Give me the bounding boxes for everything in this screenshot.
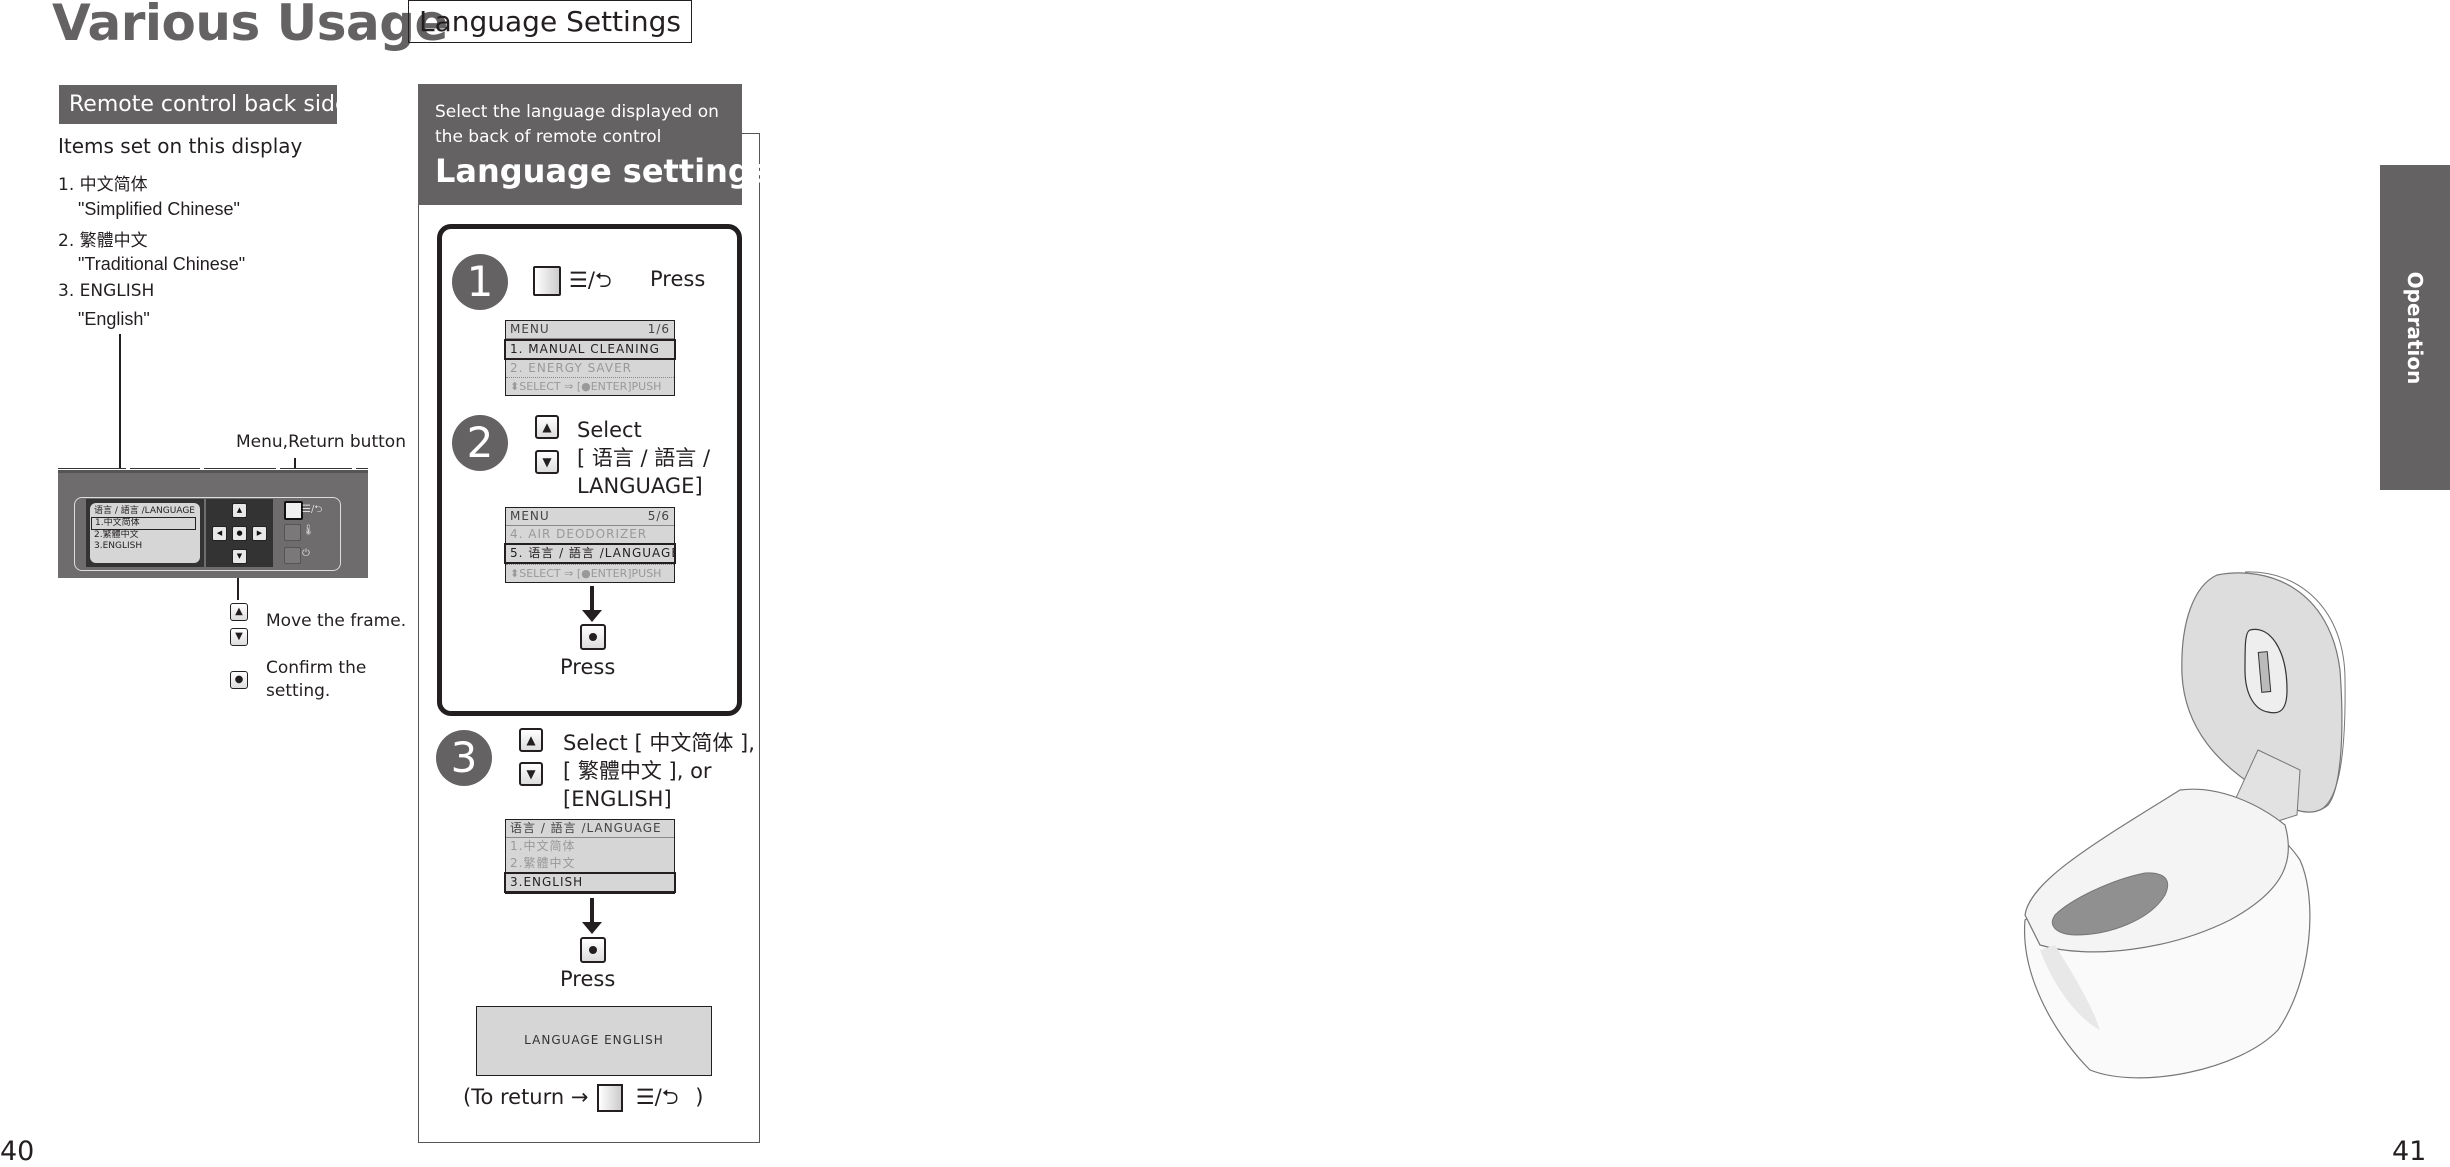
left-button[interactable]: ◀ bbox=[212, 526, 227, 541]
lcd-row: 2. ENERGY SAVER bbox=[510, 361, 632, 375]
menu-return-button[interactable] bbox=[284, 501, 303, 520]
step-3-lcd: 语言 / 語言 /LANGUAGE 1.中文简体 2.繁體中文 3.ENGLIS… bbox=[504, 819, 676, 894]
remote-lcd-row: 3.ENGLISH bbox=[94, 541, 143, 551]
menu-return-icon: ☰/⮌ bbox=[569, 268, 612, 292]
remote-control-back: 语言 / 語言 /LANGUAGE 1.中文简体 2.繁體中文 3.ENGLIS… bbox=[58, 470, 368, 578]
return-suffix: ) bbox=[695, 1085, 704, 1109]
final-lcd-display: LANGUAGE ENGLISH bbox=[476, 1006, 712, 1076]
lcd-row: 1. MANUAL CLEANING bbox=[504, 339, 676, 360]
power-icon: ⏻ bbox=[302, 548, 310, 559]
lcd-header-left: MENU bbox=[510, 322, 550, 336]
step-3-text-line2: [ 繁體中文 ], or bbox=[563, 759, 712, 783]
remote-lcd-row: 1.中文简体 bbox=[91, 517, 196, 530]
lcd-footer: ⬍SELECT ⇒ [●ENTER]PUSH bbox=[506, 377, 674, 395]
right-button[interactable]: ▶ bbox=[252, 526, 267, 541]
page-number-left: 40 bbox=[0, 1136, 35, 1167]
remote-dpad: ▲ ◀ ● ▶ ▼ bbox=[206, 499, 273, 567]
operation-tab[interactable]: Operation bbox=[2380, 165, 2450, 490]
section-title-box: Language Settings bbox=[408, 0, 692, 43]
move-frame-text: Move the frame. bbox=[266, 611, 407, 631]
up-arrow-icon: ▲ bbox=[519, 728, 543, 752]
down-arrow-icon: ▼ bbox=[230, 628, 248, 646]
step-2-text-line1: Select bbox=[577, 418, 642, 442]
lcd-header: 语言 / 語言 /LANGUAGE bbox=[506, 820, 674, 838]
step-1-number: 1 bbox=[452, 254, 508, 310]
remote-side-buttons: ☰/⮌ 🌡 ⏻ bbox=[280, 499, 340, 567]
lcd-row: 2.繁體中文 bbox=[510, 856, 576, 870]
item-translation: "English" bbox=[78, 309, 150, 329]
step-3-number: 3 bbox=[436, 730, 492, 786]
step-2-lcd: MENU 5/6 4. AIR DEODORIZER 5. 语言 / 語言 /LA… bbox=[504, 507, 676, 583]
lcd-header: MENU 1/6 bbox=[506, 321, 674, 339]
menu-return-icon: ☰/⮌ bbox=[302, 504, 323, 515]
enter-button[interactable]: ● bbox=[232, 526, 247, 541]
confirm-text-line2: setting. bbox=[266, 681, 331, 701]
confirm-text-line1: Confirm the bbox=[266, 658, 367, 678]
lcd-page: 1/6 bbox=[647, 322, 670, 336]
return-prefix: (To return → bbox=[463, 1085, 589, 1109]
enter-icon: ● bbox=[230, 671, 248, 689]
toilet-illustration bbox=[2023, 571, 2346, 1079]
page-title: Various Usage bbox=[52, 0, 448, 52]
menu-return-label: Menu,Return button bbox=[236, 432, 406, 452]
items-title: Items set on this display bbox=[58, 134, 303, 158]
down-arrow-icon: ▼ bbox=[535, 450, 559, 474]
remote-lcd-frame: 语言 / 語言 /LANGUAGE 1.中文简体 2.繁體中文 3.ENGLIS… bbox=[86, 499, 204, 567]
step-3-text-line1: Select [ 中文简体 ], bbox=[563, 731, 755, 755]
enter-button-icon bbox=[580, 624, 606, 650]
step-2-number: 2 bbox=[452, 415, 508, 471]
lcd-footer: ⬍SELECT ⇒ [●ENTER]PUSH bbox=[506, 564, 674, 582]
remote-lcd-row: 2.繁體中文 bbox=[94, 530, 139, 540]
down-arrow-icon bbox=[582, 898, 602, 934]
item-label: 1. 中文简体 bbox=[58, 175, 148, 195]
item-translation: "Traditional Chinese" bbox=[78, 254, 246, 274]
step-3-press-label: Press bbox=[560, 967, 616, 991]
lcd-row: 1.中文简体 bbox=[510, 839, 576, 853]
item-label: 3. ENGLISH bbox=[58, 281, 155, 301]
remote-section-header: Remote control back side bbox=[59, 85, 348, 124]
step-2-text-line2: [ 语言 / 語言 / bbox=[577, 446, 711, 470]
step-3-text-line3: [ENGLISH] bbox=[563, 787, 672, 811]
enter-button-icon bbox=[580, 937, 606, 963]
lcd-row: 4. AIR DEODORIZER bbox=[510, 527, 648, 541]
down-button[interactable]: ▼ bbox=[232, 549, 247, 564]
lcd-page: 5/6 bbox=[647, 509, 670, 523]
panel-header: Select the language displayed on the bac… bbox=[418, 84, 770, 205]
up-arrow-icon: ▲ bbox=[230, 603, 248, 621]
step-1-text: Press bbox=[650, 267, 706, 291]
lcd-row: 3.ENGLISH bbox=[504, 872, 676, 893]
remote-lcd-display: 语言 / 語言 /LANGUAGE 1.中文简体 2.繁體中文 3.ENGLIS… bbox=[90, 503, 200, 563]
menu-return-icon: ☰/⮌ bbox=[635, 1085, 679, 1109]
temperature-button[interactable] bbox=[284, 524, 301, 541]
menu-button-icon bbox=[533, 266, 561, 296]
up-button[interactable]: ▲ bbox=[232, 503, 247, 518]
lcd-header-left: MENU bbox=[510, 509, 550, 523]
panel-title: Language settings bbox=[435, 152, 770, 190]
step-2-press-label: Press bbox=[560, 655, 616, 679]
step-2-text-line3: LANGUAGE] bbox=[577, 474, 703, 498]
item-label: 2. 繁體中文 bbox=[58, 231, 148, 251]
menu-button-icon bbox=[597, 1084, 624, 1112]
panel-description-line1: Select the language displayed on bbox=[435, 102, 719, 122]
operation-tab-label: Operation bbox=[2403, 271, 2427, 384]
return-instruction: (To return → ☰/⮌ ) bbox=[463, 1083, 703, 1118]
down-arrow-icon: ▼ bbox=[519, 762, 543, 786]
lcd-header: MENU 5/6 bbox=[506, 508, 674, 526]
page-number-right: 41 bbox=[2392, 1136, 2427, 1167]
down-arrow-icon bbox=[582, 586, 602, 622]
panel-description-line2: the back of remote control bbox=[435, 127, 662, 147]
thermometer-icon: 🌡 bbox=[302, 525, 315, 536]
lcd-row: 5. 语言 / 語言 /LANGUAGE bbox=[504, 543, 676, 564]
remote-lcd-header: 语言 / 語言 /LANGUAGE bbox=[94, 506, 195, 516]
up-arrow-icon: ▲ bbox=[535, 415, 559, 439]
power-button[interactable] bbox=[284, 547, 301, 564]
item-translation: "Simplified Chinese" bbox=[78, 199, 240, 219]
step-1-lcd: MENU 1/6 1. MANUAL CLEANING 2. ENERGY SAV… bbox=[504, 320, 676, 396]
